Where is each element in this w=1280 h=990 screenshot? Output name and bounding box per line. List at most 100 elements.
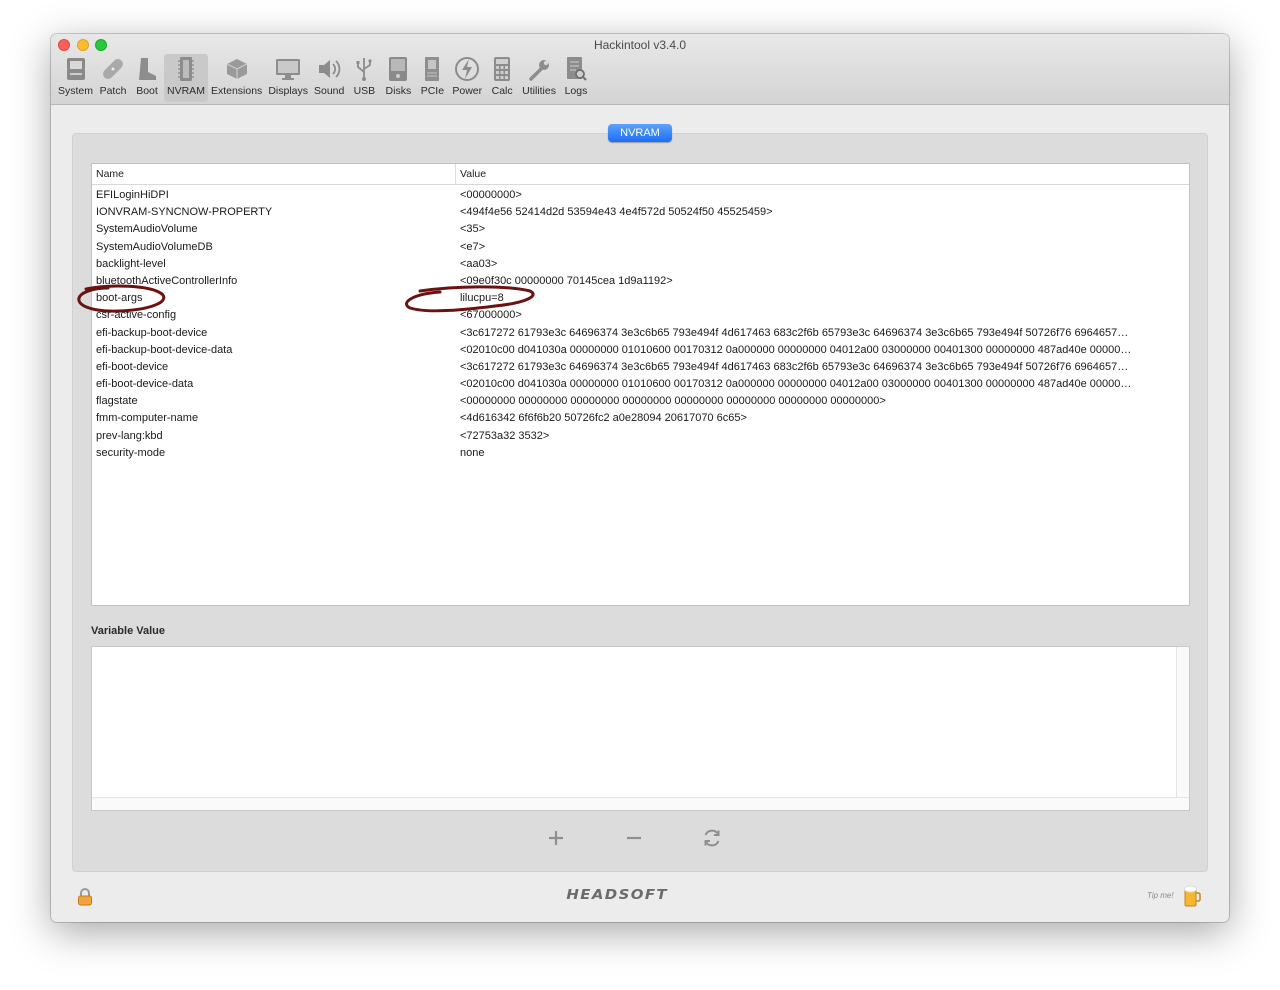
utilities-icon [525, 54, 553, 84]
toolbar-item-label: Disks [385, 85, 412, 97]
variable-name-cell: fmm-computer-name [96, 412, 199, 425]
variable-name-cell: IONVRAM-SYNCNOW-PROPERTY [96, 206, 273, 219]
toolbar-item-displays[interactable]: Displays [265, 54, 311, 102]
toolbar-item-system[interactable]: System [55, 54, 96, 102]
toolbar-item-sound[interactable]: Sound [311, 54, 347, 102]
toolbar-item-label: NVRAM [167, 85, 205, 97]
variable-value-cell: <3c617272 61793e3c 64696374 3e3c6b65 793… [460, 360, 1129, 373]
toolbar: System Patch Boot NVRAM Extensions Displays So… [55, 54, 593, 102]
toolbar-item-boot[interactable]: Boot [130, 54, 164, 102]
calc-icon [488, 54, 516, 84]
toolbar-item-pcie[interactable]: PCIe [415, 54, 449, 102]
app-window: Hackintool v3.4.0 System Patch Boot NVRAM Ex… [51, 34, 1229, 922]
column-header-value[interactable]: Value [456, 164, 1189, 184]
beer-icon[interactable] [1183, 884, 1201, 913]
remove-button[interactable] [621, 825, 647, 851]
toolbar-item-extensions[interactable]: Extensions [208, 54, 265, 102]
table-header: Name Value [92, 164, 1189, 185]
variable-name-cell: boot-args [96, 292, 143, 305]
usb-icon [350, 54, 378, 84]
table-row[interactable]: boot-args lilucpu=8 [92, 290, 1189, 307]
table-row[interactable]: efi-backup-boot-device <3c617272 61793e3c… [92, 325, 1189, 342]
table-row[interactable]: SystemAudioVolume <35> [92, 221, 1189, 238]
toolbar-item-label: System [58, 85, 94, 97]
table-row[interactable]: backlight-level <aa03> [92, 256, 1189, 273]
disks-icon [384, 54, 412, 84]
table-row[interactable]: efi-backup-boot-device-data <02010c00 d04… [92, 342, 1189, 359]
power-icon [453, 54, 481, 84]
refresh-button[interactable] [699, 825, 725, 851]
variable-value-cell: <02010c00 d041030a 00000000 01010600 001… [460, 378, 1132, 391]
toolbar-item-label: Utilities [522, 85, 556, 97]
table-row[interactable]: bluetoothActiveControllerInfo <09e0f30c 0… [92, 273, 1189, 290]
table-row[interactable]: csr-active-config <67000000> [92, 307, 1189, 324]
table-row[interactable]: security-mode none [92, 445, 1189, 462]
nvram-icon [172, 54, 200, 84]
variable-name-cell: SystemAudioVolume [96, 223, 198, 236]
horizontal-scrollbar[interactable] [92, 797, 1189, 810]
variable-value-cell: <4d616342 6f6f6b20 50726fc2 a0e28094 206… [460, 412, 747, 425]
column-header-name[interactable]: Name [92, 164, 456, 184]
variable-value-cell: <09e0f30c 00000000 70145cea 1d9a1192> [460, 274, 673, 287]
variable-value-cell: <35> [460, 223, 486, 236]
table-row[interactable]: SystemAudioVolumeDB <e7> [92, 239, 1189, 256]
toolbar-item-label: USB [353, 85, 376, 97]
nvram-section-badge: NVRAM [608, 124, 672, 142]
toolbar-item-utilities[interactable]: Utilities [519, 54, 559, 102]
variable-name-cell: SystemAudioVolumeDB [96, 240, 213, 253]
toolbar-item-label: Boot [136, 85, 158, 97]
toolbar-item-power[interactable]: Power [449, 54, 485, 102]
extensions-icon [223, 54, 251, 84]
lock-icon[interactable] [77, 888, 93, 911]
variable-name-cell: efi-backup-boot-device [96, 326, 208, 339]
variable-name-cell: flagstate [96, 395, 138, 408]
table-row[interactable]: flagstate <00000000 00000000 00000000 000… [92, 393, 1189, 410]
variable-value-cell: <e7> [460, 240, 486, 253]
toolbar-item-label: PCIe [420, 85, 445, 97]
variable-value-cell: <00000000 00000000 00000000 00000000 000… [460, 395, 886, 408]
plus-icon [549, 831, 563, 845]
pcie-icon [418, 54, 446, 84]
toolbar-item-logs[interactable]: Logs [559, 54, 593, 102]
tip-me-label[interactable]: Tip me! [1147, 891, 1174, 900]
toolbar-item-label: Calc [491, 85, 513, 97]
toolbar-item-label: Logs [564, 85, 588, 97]
table-row[interactable]: EFILoginHiDPI <00000000> [92, 187, 1189, 204]
add-button[interactable] [543, 825, 569, 851]
toolbar-item-label: Patch [99, 85, 127, 97]
variable-name-cell: security-mode [96, 446, 166, 459]
title-bar: Hackintool v3.4.0 System Patch Boot NVRAM Ex… [51, 34, 1229, 105]
variable-value-cell: <72753a32 3532> [460, 429, 550, 442]
vertical-scrollbar[interactable] [1176, 647, 1189, 798]
patch-icon [99, 54, 127, 84]
toolbar-item-label: Sound [314, 85, 345, 97]
table-row[interactable]: IONVRAM-SYNCNOW-PROPERTY <494f4e56 52414d… [92, 204, 1189, 221]
variable-name-cell: prev-lang:kbd [96, 429, 163, 442]
toolbar-item-disks[interactable]: Disks [381, 54, 415, 102]
minus-icon [627, 836, 641, 840]
variable-value-textarea[interactable] [91, 646, 1190, 811]
variable-value-cell: none [460, 446, 485, 459]
variable-name-cell: efi-boot-device [96, 360, 169, 373]
sound-icon [315, 54, 343, 84]
variable-name-cell: bluetoothActiveControllerInfo [96, 274, 238, 287]
variable-value-cell: <3c617272 61793e3c 64696374 3e3c6b65 793… [460, 326, 1129, 339]
variable-value-text [92, 647, 1189, 655]
variable-value-cell: <494f4e56 52414d2d 53594e43 4e4f572d 505… [460, 206, 773, 219]
toolbar-item-patch[interactable]: Patch [96, 54, 130, 102]
table-row[interactable]: efi-boot-device <3c617272 61793e3c 646963… [92, 359, 1189, 376]
toolbar-item-calc[interactable]: Calc [485, 54, 519, 102]
toolbar-item-usb[interactable]: USB [347, 54, 381, 102]
nvram-table[interactable]: Name Value EFILoginHiDPI <00000000> IONVRA… [91, 163, 1190, 606]
headsoft-logo[interactable]: HEADSOFT [566, 888, 668, 903]
variable-value-cell: <67000000> [460, 309, 522, 322]
table-row[interactable]: efi-boot-device-data <02010c00 d041030a 0… [92, 376, 1189, 393]
toolbar-item-label: Extensions [210, 85, 263, 97]
toolbar-item-nvram[interactable]: NVRAM [164, 54, 208, 102]
variable-value-cell: lilucpu=8 [460, 292, 504, 305]
variable-value-cell: <00000000> [460, 189, 522, 201]
variable-value-label: Variable Value [91, 625, 165, 637]
table-row[interactable]: prev-lang:kbd <72753a32 3532> [92, 428, 1189, 445]
table-row[interactable]: fmm-computer-name <4d616342 6f6f6b20 5072… [92, 410, 1189, 427]
boot-icon [133, 54, 161, 84]
